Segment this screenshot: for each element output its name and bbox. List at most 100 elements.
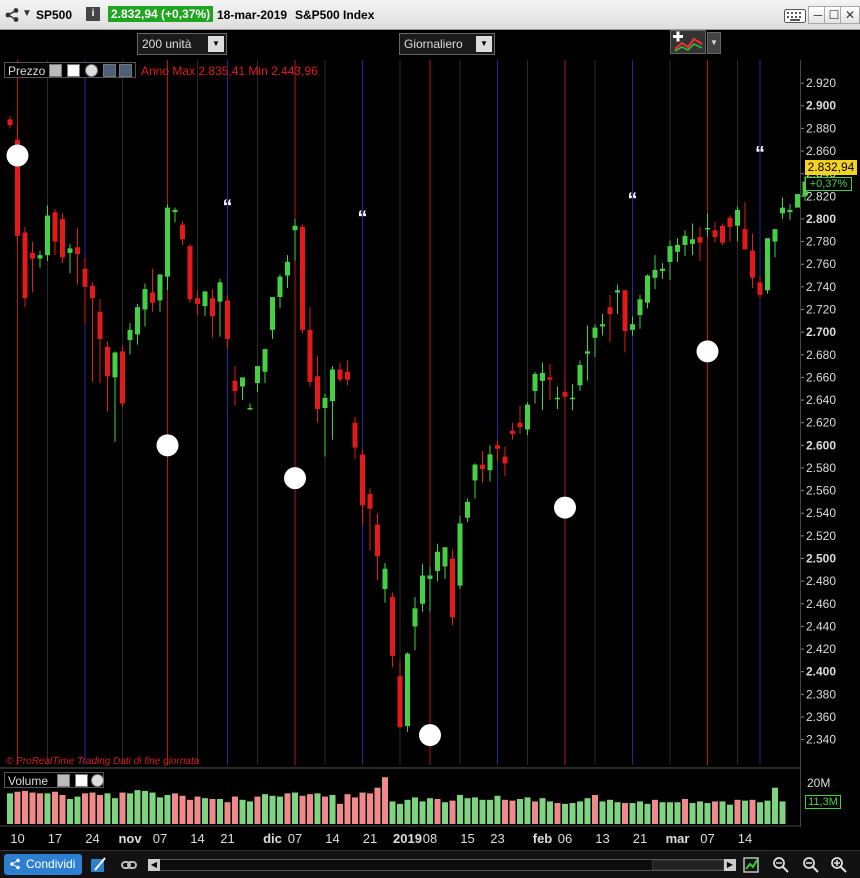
volume-bar: [224, 802, 231, 824]
scroll-right-button[interactable]: ▶: [724, 859, 736, 871]
price-tick-label: 2.340: [806, 733, 836, 747]
window-icon[interactable]: [67, 64, 80, 77]
close-panel-icon[interactable]: [91, 774, 104, 787]
candle-body: [562, 392, 568, 397]
volume-bars: [0, 767, 800, 824]
volume-bar: [539, 798, 546, 824]
time-tick-label: 15: [460, 831, 474, 846]
volume-bar: [389, 801, 396, 824]
volume-bar: [592, 794, 598, 824]
candle-body: [322, 397, 328, 408]
price-tick-label: 2.520: [806, 529, 836, 543]
candle-body: [270, 297, 275, 330]
candle-body: [592, 327, 598, 338]
candle-body: [300, 226, 305, 330]
candles: [7, 115, 808, 732]
candle-body: [277, 276, 283, 298]
volume-bar: [629, 803, 636, 824]
link-icon[interactable]: [120, 856, 138, 874]
scrollbar-thumb[interactable]: [652, 860, 724, 870]
volume-bar: [644, 803, 651, 824]
volume-bar: [772, 787, 778, 824]
price-tick-label: 2.760: [806, 257, 836, 271]
window-icon[interactable]: [75, 774, 88, 787]
price-tick-label: 2.380: [806, 687, 836, 701]
close-panel-icon[interactable]: [85, 64, 98, 77]
bottom-bar: Condividi ◀ ▶: [0, 850, 860, 878]
volume-bar: [457, 794, 463, 824]
volume-bar: [74, 796, 81, 824]
autoscale-icon[interactable]: [742, 856, 760, 874]
price-tick-label: 2.800: [806, 212, 836, 226]
time-tick-label: 21: [363, 831, 377, 846]
price-chart[interactable]: ““““ 2.9202.9002.8802.8602.8402.8202.800…: [0, 0, 860, 850]
scroll-left-button[interactable]: ◀: [148, 859, 160, 871]
wrench-icon[interactable]: [49, 64, 62, 77]
candle-body: [217, 282, 223, 302]
candle-body: [435, 551, 440, 571]
candle-body: [697, 237, 703, 243]
horizontal-scrollbar[interactable]: [148, 859, 736, 871]
time-tick-label: 08: [423, 831, 437, 846]
volume-bar: [52, 791, 58, 824]
volume-bar: [104, 793, 111, 824]
candle-body: [135, 307, 140, 335]
candle-body: [30, 252, 35, 259]
volume-bar: [704, 803, 711, 824]
candle-body: [570, 397, 575, 400]
volume-bar: [112, 798, 118, 824]
candle-body: [480, 464, 485, 470]
candle-body: [97, 311, 103, 339]
price-tick-label: 2.620: [806, 416, 836, 430]
candle-body: [532, 374, 538, 391]
time-tick-label: 06: [558, 831, 572, 846]
drawing-tools-icon[interactable]: [90, 856, 108, 874]
price-tick-label: 2.440: [806, 619, 836, 633]
candle-body: [682, 235, 688, 245]
candle-body: [600, 324, 605, 327]
candle-body: [742, 229, 748, 250]
volume-bar: [472, 797, 478, 824]
candle-body: [720, 225, 725, 243]
candle-body: [765, 238, 770, 291]
candle-body: [375, 524, 380, 557]
share-button[interactable]: Condividi: [4, 854, 82, 875]
time-tick-label: 10: [10, 831, 24, 846]
volume-bar: [449, 800, 456, 824]
candle-body: [667, 246, 673, 262]
volume-bar: [434, 799, 441, 824]
candle-body: [645, 275, 650, 303]
last-price-badge: 2.832,94: [805, 160, 857, 175]
time-tick-label: dic: [263, 831, 282, 846]
candle-body: [247, 407, 253, 410]
move-down-icon[interactable]: [103, 64, 116, 77]
zoom-in-icon[interactable]: [830, 856, 848, 874]
zoom-out-icon[interactable]: [802, 856, 820, 874]
candle-body: [750, 250, 755, 278]
candle-body: [165, 207, 170, 277]
candle-body: [502, 456, 508, 464]
move-up-icon[interactable]: [119, 64, 132, 77]
volume-bar: [164, 794, 171, 824]
wrench-icon[interactable]: [57, 774, 70, 787]
candle-body: [735, 209, 740, 226]
volume-bar: [569, 803, 576, 824]
period-lines: [17, 60, 761, 765]
time-tick-label: 24: [85, 831, 99, 846]
candle-body: [315, 376, 320, 410]
volume-bar: [307, 794, 313, 824]
candle-body: [67, 248, 73, 253]
candle-body: [510, 430, 515, 435]
candle-body: [757, 282, 763, 295]
candle-body: [202, 291, 208, 307]
price-tick-label: 2.460: [806, 597, 836, 611]
last-volume-badge: 11,3M: [805, 795, 841, 809]
volume-bar: [427, 798, 433, 824]
price-tick-label: 2.780: [806, 235, 836, 249]
time-axis: 10 17 24 nov 07 14 21 dic 07 14 21 2019 08 15 23 feb 06 1…: [0, 825, 800, 846]
volume-bar: [22, 790, 28, 824]
quote-marker: “: [628, 189, 638, 211]
zoom-fit-icon[interactable]: [772, 856, 790, 874]
volume-bar: [352, 797, 358, 824]
candle-body: [330, 369, 335, 402]
